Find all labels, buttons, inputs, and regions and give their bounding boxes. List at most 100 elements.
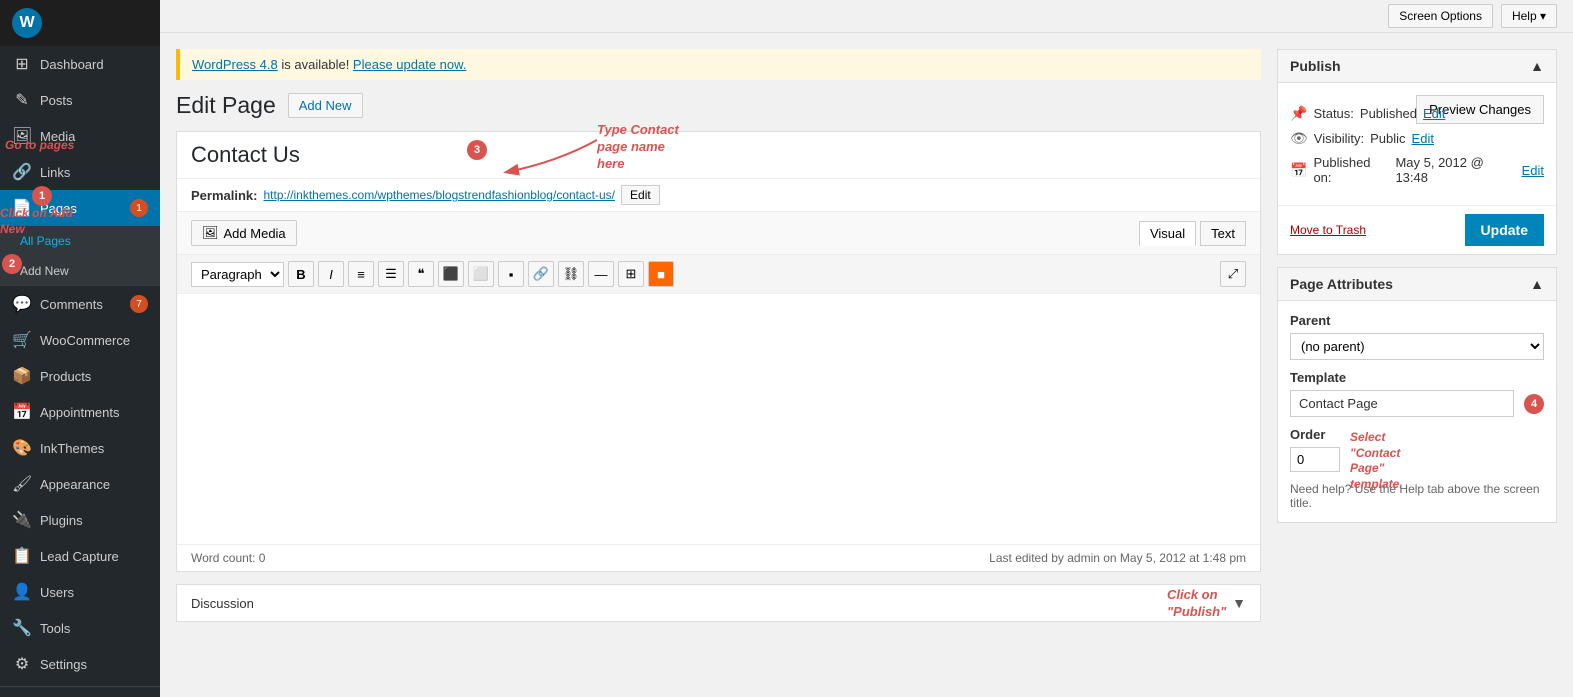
sidebar-item-users[interactable]: 👤 Users bbox=[0, 574, 160, 610]
text-tab[interactable]: Text bbox=[1200, 221, 1246, 246]
notice-bar: WordPress 4.8 is available! Please updat… bbox=[176, 49, 1261, 80]
sidebar-item-dashboard[interactable]: ⊞ Dashboard bbox=[0, 46, 160, 82]
links-icon: 🔗 bbox=[12, 162, 32, 182]
pages-submenu: All Pages Add New 2 bbox=[0, 226, 160, 286]
add-new-button[interactable]: Add New bbox=[288, 93, 363, 118]
wp-logo-icon: W bbox=[12, 8, 42, 38]
publish-panel: Publish ▲ Preview Changes 📌 Status: Publ… bbox=[1277, 49, 1557, 255]
link-btn[interactable]: 🔗 bbox=[528, 261, 554, 287]
sidebar-item-woocommerce[interactable]: 🛒 WooCommerce bbox=[0, 322, 160, 358]
sidebar-item-label: Links bbox=[40, 165, 70, 180]
publish-row: Move to Trash Update bbox=[1278, 205, 1556, 254]
permalink-edit-btn[interactable]: Edit bbox=[621, 185, 660, 205]
permalink-url[interactable]: http://inkthemes.com/wpthemes/blogstrend… bbox=[263, 188, 615, 202]
align-left-btn[interactable]: ⬛ bbox=[438, 261, 464, 287]
sidebar-item-label: Settings bbox=[40, 657, 87, 672]
more-btn[interactable]: — bbox=[588, 261, 614, 287]
notice-version-link[interactable]: WordPress 4.8 bbox=[192, 57, 278, 72]
template-label: Template bbox=[1290, 370, 1544, 385]
sidebar-item-ink-import-export[interactable]: ↕ Ink Import Export bbox=[0, 691, 160, 697]
sidebar-item-label: Lead Capture bbox=[40, 549, 119, 564]
status-icon: 📌 bbox=[1290, 105, 1307, 122]
sidebar-item-inkthemes[interactable]: 🎨 InkThemes bbox=[0, 430, 160, 466]
help-btn[interactable]: Help ▾ bbox=[1501, 4, 1557, 28]
step-1-badge: 1 bbox=[32, 186, 52, 206]
sidebar-item-plugins[interactable]: 🔌 Plugins bbox=[0, 502, 160, 538]
sidebar-item-label: Media bbox=[40, 129, 75, 144]
sidebar-divider bbox=[0, 686, 160, 687]
parent-select[interactable]: (no parent) bbox=[1290, 333, 1544, 360]
sidebar-item-posts[interactable]: ✎ Posts bbox=[0, 82, 160, 118]
bold-btn[interactable]: B bbox=[288, 261, 314, 287]
sidebar-item-label: Tools bbox=[40, 621, 70, 636]
sidebar-item-label: WooCommerce bbox=[40, 333, 130, 348]
tools-icon: 🔧 bbox=[12, 618, 32, 638]
sidebar-add-new[interactable]: Add New 2 bbox=[0, 256, 160, 286]
published-value: May 5, 2012 @ 13:48 bbox=[1395, 155, 1515, 185]
align-center-btn[interactable]: ⬜ bbox=[468, 261, 494, 287]
woocommerce-icon: 🛒 bbox=[12, 330, 32, 350]
publish-panel-body: Preview Changes 📌 Status: Published Edit… bbox=[1278, 83, 1556, 205]
view-tabs: Visual Text bbox=[1139, 221, 1246, 246]
sidebar-item-label: Products bbox=[40, 369, 91, 384]
status-row: 📌 Status: Published Edit bbox=[1290, 105, 1416, 122]
color-btn[interactable]: ■ bbox=[648, 261, 674, 287]
appointments-icon: 📅 bbox=[12, 402, 32, 422]
visual-tab[interactable]: Visual bbox=[1139, 221, 1196, 246]
template-section: Template Contact Page 4 Select "Contact … bbox=[1290, 370, 1544, 417]
order-input[interactable] bbox=[1290, 447, 1340, 472]
trash-link[interactable]: Move to Trash bbox=[1290, 223, 1366, 237]
permalink-label: Permalink: bbox=[191, 188, 257, 203]
sidebar-item-products[interactable]: 📦 Products bbox=[0, 358, 160, 394]
visibility-row: 👁 Visibility: Public Edit bbox=[1290, 130, 1544, 147]
blockquote-btn[interactable]: ❝ bbox=[408, 261, 434, 287]
sidebar-item-label: Plugins bbox=[40, 513, 83, 528]
page-title-input[interactable] bbox=[177, 132, 1260, 179]
sidebar-item-pages[interactable]: 📄 Pages 1 1 bbox=[0, 190, 160, 226]
add-media-btn[interactable]: 🖼 Add Media bbox=[191, 220, 297, 246]
sidebar-item-comments[interactable]: 💬 Comments 7 bbox=[0, 286, 160, 322]
lead-capture-icon: 📋 bbox=[12, 546, 32, 566]
notice-text: is available! bbox=[281, 57, 353, 72]
published-edit-link[interactable]: Edit bbox=[1522, 163, 1544, 178]
page-attributes-panel: Page Attributes ▲ Parent (no parent) Tem… bbox=[1277, 267, 1557, 523]
status-edit-link[interactable]: Edit bbox=[1423, 106, 1445, 121]
sidebar-item-lead-capture[interactable]: 📋 Lead Capture bbox=[0, 538, 160, 574]
edit-box: 3 Type Contact page name here Permalink:… bbox=[176, 131, 1261, 572]
parent-section: Parent (no parent) bbox=[1290, 313, 1544, 360]
italic-btn[interactable]: I bbox=[318, 261, 344, 287]
plugins-icon: 🔌 bbox=[12, 510, 32, 530]
fullscreen-btn[interactable]: ⤢ bbox=[1220, 261, 1246, 287]
ul-btn[interactable]: ≡ bbox=[348, 261, 374, 287]
published-row: 📅 Published on: May 5, 2012 @ 13:48 Edit bbox=[1290, 155, 1544, 185]
sidebar-item-media[interactable]: 🖼 Media bbox=[0, 118, 160, 154]
media-bar: 🖼 Add Media Visual Text bbox=[177, 212, 1260, 255]
page-attributes-body: Parent (no parent) Template Contact Page… bbox=[1278, 301, 1556, 522]
unlink-btn[interactable]: ⛓ bbox=[558, 261, 584, 287]
paragraph-select[interactable]: Paragraph bbox=[191, 262, 284, 287]
sidebar-item-appointments[interactable]: 📅 Appointments bbox=[0, 394, 160, 430]
sidebar-item-appearance[interactable]: 🖌 Appearance bbox=[0, 466, 160, 502]
discussion-bar[interactable]: Discussion ▼ bbox=[176, 584, 1261, 622]
step-2-badge: 2 bbox=[2, 254, 22, 274]
align-right-btn[interactable]: ▪ bbox=[498, 261, 524, 287]
screen-options-btn[interactable]: Screen Options bbox=[1388, 4, 1493, 28]
discussion-label: Discussion bbox=[191, 596, 254, 611]
right-sidebar-panel: Publish ▲ Preview Changes 📌 Status: Publ… bbox=[1277, 49, 1557, 681]
sidebar-item-links[interactable]: 🔗 Links bbox=[0, 154, 160, 190]
sidebar-item-settings[interactable]: ⚙ Settings bbox=[0, 646, 160, 682]
sidebar-item-label: InkThemes bbox=[40, 441, 104, 456]
visibility-edit-link[interactable]: Edit bbox=[1412, 131, 1434, 146]
update-btn[interactable]: Update bbox=[1465, 214, 1544, 246]
sidebar-all-pages[interactable]: All Pages bbox=[0, 226, 160, 256]
discussion-chevron-icon: ▼ bbox=[1232, 595, 1246, 611]
table-btn[interactable]: ⊞ bbox=[618, 261, 644, 287]
notice-update-link[interactable]: Please update now. bbox=[353, 57, 466, 72]
visibility-value: Public bbox=[1370, 131, 1405, 146]
editor-body[interactable] bbox=[177, 294, 1260, 544]
calendar-icon: 📅 bbox=[1290, 162, 1307, 179]
main-area: Screen Options Help ▾ WordPress 4.8 is a… bbox=[160, 0, 1573, 697]
page-attributes-collapse-icon: ▲ bbox=[1530, 276, 1544, 292]
ol-btn[interactable]: ☰ bbox=[378, 261, 404, 287]
sidebar-item-tools[interactable]: 🔧 Tools bbox=[0, 610, 160, 646]
